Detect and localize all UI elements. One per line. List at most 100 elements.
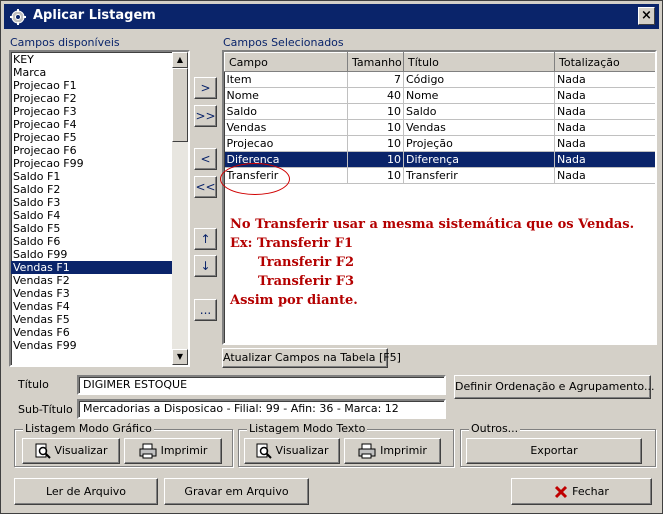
- table-cell: Nada: [554, 119, 655, 136]
- table-cell: Vendas: [224, 119, 348, 136]
- save-to-file-button[interactable]: Gravar em Arquivo: [164, 478, 309, 505]
- close-icon[interactable]: ×: [638, 7, 655, 25]
- text-print-button[interactable]: Imprimir: [344, 438, 441, 464]
- update-fields-button[interactable]: Atualizar Campos na Tabela [F5]: [222, 348, 401, 368]
- annotation-line: No Transferir usar a mesma sistemática q…: [230, 217, 635, 232]
- remove-field-button[interactable]: <: [194, 148, 217, 170]
- others-title: Outros...: [469, 422, 521, 435]
- available-field-item[interactable]: KEY: [11, 53, 188, 66]
- magnifier-icon: [256, 443, 272, 459]
- available-field-item[interactable]: Vendas F6: [11, 326, 188, 339]
- define-ordering-button[interactable]: Definir Ordenação e Agrupamento...: [454, 375, 654, 399]
- close-button[interactable]: Fechar: [511, 478, 652, 505]
- printer-icon: [358, 443, 376, 459]
- text-mode-title: Listagem Modo Texto: [247, 422, 368, 435]
- more-options-button[interactable]: ...: [194, 299, 217, 321]
- subtitulo-label: Sub-Título: [18, 403, 73, 416]
- column-header[interactable]: Campo: [224, 52, 348, 72]
- table-cell: Nome: [403, 87, 555, 104]
- table-row[interactable]: Diferenca 10 Diferença Nada: [224, 151, 655, 168]
- graphic-print-label: Imprimir: [160, 444, 208, 457]
- available-field-item[interactable]: Projecao F3: [11, 105, 188, 118]
- annotation-line: Transferir F3: [258, 274, 355, 289]
- table-row[interactable]: Nome 40 Nome Nada: [224, 87, 655, 104]
- available-fields-list[interactable]: KEY Marca Projecao F1 Projecao F2 Projecao F…: [9, 50, 190, 367]
- title-bar: Aplicar Listagem ×: [4, 4, 659, 29]
- export-button[interactable]: Exportar: [466, 438, 642, 464]
- column-header[interactable]: Título: [403, 52, 555, 72]
- table-row[interactable]: Saldo 10 Saldo Nada: [224, 103, 655, 120]
- available-field-item[interactable]: Projecao F5: [11, 131, 188, 144]
- remove-all-fields-button[interactable]: <<: [194, 176, 217, 198]
- available-field-item[interactable]: Marca: [11, 66, 188, 79]
- column-header[interactable]: Tamanho: [347, 52, 404, 72]
- titulo-field[interactable]: DIGIMER ESTOQUE: [77, 375, 446, 395]
- titulo-label: Título: [18, 378, 49, 391]
- column-header[interactable]: Totalização: [554, 52, 655, 72]
- table-cell: 7: [347, 71, 404, 88]
- table-row[interactable]: Projecao 10 Projeção Nada: [224, 135, 655, 152]
- annotation-circle: [220, 163, 290, 195]
- table-row[interactable]: Item 7 Código Nada: [224, 71, 655, 88]
- scroll-thumb[interactable]: [172, 68, 188, 142]
- text-print-label: Imprimir: [380, 444, 427, 457]
- graphic-view-label: Visualizar: [54, 444, 108, 457]
- subtitulo-field[interactable]: Mercadorias a Disposicao - Filial: 99 - …: [77, 399, 446, 419]
- move-down-button[interactable]: ↓: [194, 255, 217, 277]
- available-field-item[interactable]: Saldo F99: [11, 248, 188, 261]
- close-label: Fechar: [572, 485, 609, 498]
- table-cell: Nada: [554, 87, 655, 104]
- available-field-item[interactable]: Projecao F2: [11, 92, 188, 105]
- selected-fields-label: Campos Selecionados: [223, 36, 344, 49]
- table-row[interactable]: Vendas 10 Vendas Nada: [224, 119, 655, 136]
- scroll-down-icon[interactable]: ▼: [172, 349, 188, 365]
- available-field-item[interactable]: Saldo F2: [11, 183, 188, 196]
- text-view-label: Visualizar: [275, 444, 329, 457]
- magnifier-icon: [35, 443, 51, 459]
- available-field-item[interactable]: Saldo F3: [11, 196, 188, 209]
- printer-icon: [139, 443, 157, 459]
- available-field-item[interactable]: Vendas F1: [11, 261, 188, 274]
- annotation-line: Transferir F2: [258, 255, 355, 270]
- text-view-button[interactable]: Visualizar: [244, 438, 340, 464]
- app-gear-icon: [10, 9, 26, 25]
- table-cell: Nada: [554, 71, 655, 88]
- available-field-item[interactable]: Projecao F1: [11, 79, 188, 92]
- available-field-item[interactable]: Projecao F4: [11, 118, 188, 131]
- available-field-item[interactable]: Saldo F1: [11, 170, 188, 183]
- available-field-item[interactable]: Vendas F5: [11, 313, 188, 326]
- add-field-button[interactable]: >: [194, 77, 217, 99]
- available-field-item[interactable]: Vendas F2: [11, 274, 188, 287]
- table-cell: Item: [224, 71, 348, 88]
- available-list-scrollbar[interactable]: ▲ ▼: [172, 52, 188, 365]
- available-fields-label: Campos disponíveis: [10, 36, 120, 49]
- available-field-item[interactable]: Vendas F3: [11, 287, 188, 300]
- table-cell: 40: [347, 87, 404, 104]
- window-title: Aplicar Listagem: [33, 8, 156, 23]
- close-x-icon: [555, 485, 568, 499]
- load-from-file-button[interactable]: Ler de Arquivo: [14, 478, 158, 505]
- table-cell: Transferir: [403, 167, 555, 184]
- table-cell: Projecao: [224, 135, 348, 152]
- table-cell: 10: [347, 167, 404, 184]
- graphic-print-button[interactable]: Imprimir: [124, 438, 222, 464]
- table-cell: 10: [347, 135, 404, 152]
- available-field-item[interactable]: Vendas F4: [11, 300, 188, 313]
- table-cell: Nada: [554, 167, 655, 184]
- add-all-fields-button[interactable]: >>: [194, 105, 217, 127]
- available-field-item[interactable]: Saldo F6: [11, 235, 188, 248]
- graphic-view-button[interactable]: Visualizar: [22, 438, 120, 464]
- annotation-line: Ex: Transferir F1: [230, 236, 354, 251]
- available-field-item[interactable]: Saldo F4: [11, 209, 188, 222]
- move-up-button[interactable]: ↑: [194, 228, 217, 250]
- available-field-item[interactable]: Vendas F99: [11, 339, 188, 352]
- table-cell: Vendas: [403, 119, 555, 136]
- scroll-up-icon[interactable]: ▲: [172, 52, 188, 68]
- table-cell: Nada: [554, 103, 655, 120]
- table-cell: Nome: [224, 87, 348, 104]
- table-cell: 10: [347, 151, 404, 168]
- aplicar-listagem-window: Aplicar Listagem × Campos disponíveis KE…: [0, 0, 663, 514]
- available-field-item[interactable]: Saldo F5: [11, 222, 188, 235]
- available-field-item[interactable]: Projecao F99: [11, 157, 188, 170]
- available-field-item[interactable]: Projecao F6: [11, 144, 188, 157]
